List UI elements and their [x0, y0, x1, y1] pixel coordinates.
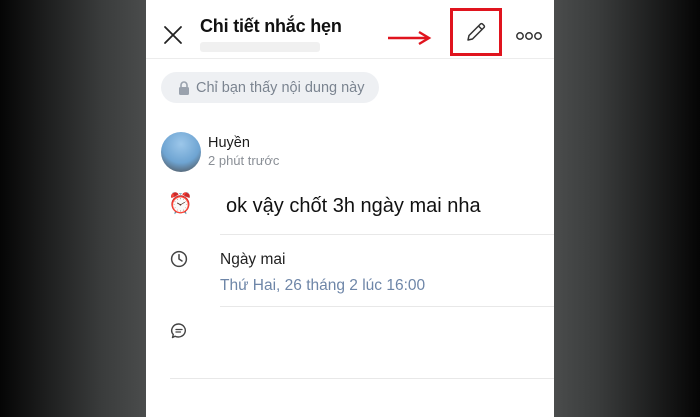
lock-icon	[179, 80, 189, 95]
more-options-button[interactable]	[516, 28, 542, 40]
reminder-text: ok vậy chốt 3h ngày mai nha	[226, 195, 481, 217]
background-left	[0, 0, 146, 417]
privacy-badge: Chỉ bạn thấy nội dung này	[161, 72, 379, 103]
author-name[interactable]: Huyền	[208, 135, 250, 151]
schedule-day[interactable]: Ngày mai	[220, 251, 285, 269]
red-arrow-icon	[388, 30, 432, 46]
alarm-clock-icon: ⏰	[168, 193, 193, 215]
author-time: 2 phút trước	[208, 153, 280, 168]
background-right	[554, 0, 700, 417]
more-icon	[516, 32, 542, 40]
subtitle-placeholder	[200, 42, 320, 52]
schedule-detail[interactable]: Thứ Hai, 26 tháng 2 lúc 16:00	[220, 277, 425, 295]
divider	[220, 306, 554, 307]
close-button[interactable]	[162, 24, 184, 46]
divider	[170, 378, 554, 379]
clock-icon	[170, 250, 188, 268]
avatar[interactable]	[161, 132, 201, 172]
pencil-icon	[467, 22, 486, 41]
privacy-label: Chỉ bạn thấy nội dung này	[196, 79, 365, 96]
divider	[220, 234, 554, 235]
reminder-detail-screen: Chi tiết nhắc hẹn Chỉ bạn thấy nội dung …	[146, 0, 554, 417]
top-bar: Chi tiết nhắc hẹn	[146, 0, 554, 59]
comment-icon[interactable]	[170, 322, 188, 340]
close-icon	[164, 26, 182, 44]
page-title: Chi tiết nhắc hẹn	[200, 16, 342, 36]
edit-button[interactable]	[450, 8, 502, 56]
